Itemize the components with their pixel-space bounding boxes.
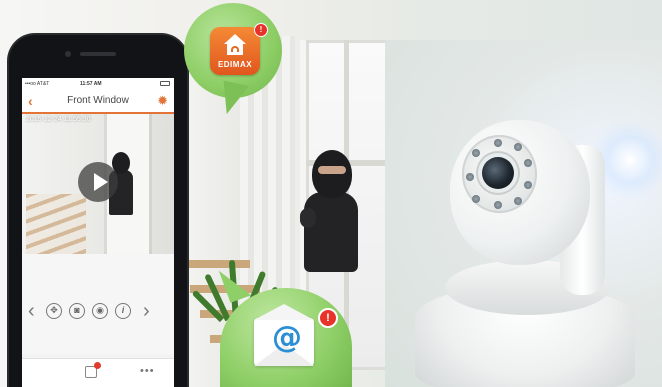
house-wifi-icon xyxy=(224,34,246,56)
play-icon xyxy=(94,173,108,191)
clock: 11:57 AM xyxy=(80,81,102,87)
status-bar: •••oo AT&T 11:57 AM xyxy=(22,78,174,90)
envelope-icon: @ xyxy=(254,304,314,366)
camera-controls: ‹ ✥ ◙ ◉ i › xyxy=(22,254,174,354)
app-notification-bubble: EDIMAX ! xyxy=(184,3,282,118)
chevron-right-icon[interactable]: › xyxy=(143,300,150,323)
page-title: Front Window xyxy=(67,95,129,106)
at-sign-icon: @ xyxy=(272,320,302,355)
app-screen: •••oo AT&T 11:57 AM ‹ Front Window ✹ 201… xyxy=(22,78,174,387)
gear-icon[interactable]: ✹ xyxy=(157,93,168,109)
smartphone: •••oo AT&T 11:57 AM ‹ Front Window ✹ 201… xyxy=(9,35,187,387)
notification-badge: ! xyxy=(254,23,268,37)
event-badge xyxy=(94,362,101,369)
burglar-figure xyxy=(300,150,362,272)
live-video-view[interactable]: 2015-12-24 11:55:30 xyxy=(22,114,174,254)
pan-tilt-icon[interactable]: ✥ xyxy=(46,303,62,319)
email-alert-badge: ! xyxy=(318,308,338,328)
app-brand-label: EDIMAX xyxy=(217,60,253,69)
chevron-left-icon[interactable]: ‹ xyxy=(28,300,35,323)
video-timestamp: 2015-12-24 11:55:30 xyxy=(26,116,91,123)
info-icon[interactable]: i xyxy=(115,303,131,319)
battery-icon xyxy=(160,81,170,86)
front-camera xyxy=(65,51,71,57)
tab-bar: ••• xyxy=(22,358,174,387)
snapshot-camera-icon[interactable]: ◙ xyxy=(69,303,85,319)
earpiece xyxy=(80,52,116,56)
camera-lens xyxy=(482,157,514,189)
play-button[interactable] xyxy=(78,162,118,202)
more-icon[interactable]: ••• xyxy=(140,365,155,377)
carrier-label: •••oo AT&T xyxy=(25,81,50,87)
ip-camera xyxy=(410,95,640,387)
product-scene: •••oo AT&T 11:57 AM ‹ Front Window ✹ 201… xyxy=(0,0,662,387)
edimax-app-icon: EDIMAX xyxy=(210,27,260,75)
record-icon[interactable]: ◉ xyxy=(92,303,108,319)
back-button[interactable]: ‹ xyxy=(28,93,33,109)
nav-bar: ‹ Front Window ✹ xyxy=(22,90,174,114)
